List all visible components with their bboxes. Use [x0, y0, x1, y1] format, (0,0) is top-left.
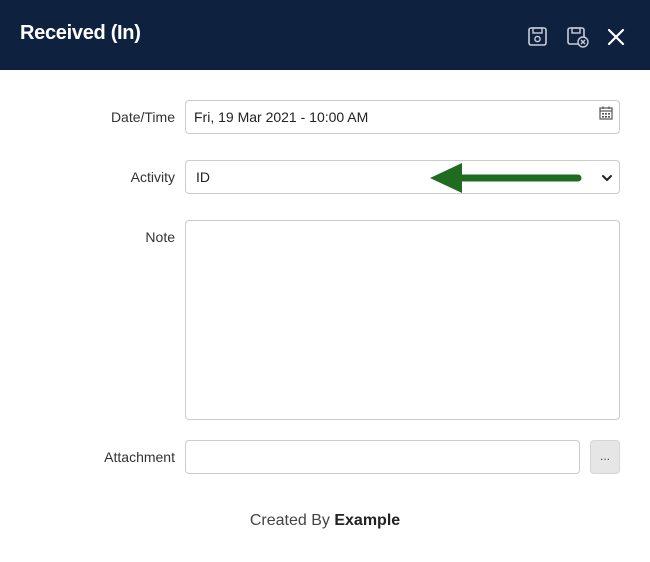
note-label: Note: [145, 229, 175, 245]
created-by: Created By Example: [0, 512, 650, 530]
note-textarea[interactable]: [185, 220, 620, 420]
dialog-header: Received (In): [0, 0, 650, 70]
created-by-user: Example: [334, 512, 401, 529]
save-and-close-icon[interactable]: [566, 25, 590, 49]
save-icon[interactable]: [526, 25, 550, 49]
activity-value: ID: [196, 169, 210, 185]
dialog-title: Received (In): [20, 22, 141, 44]
close-icon[interactable]: [604, 25, 628, 49]
datetime-field[interactable]: Fri, 19 Mar 2021 - 10:00 AM: [185, 100, 620, 134]
attachment-label: Attachment: [104, 449, 175, 465]
calendar-icon[interactable]: [599, 106, 613, 120]
created-by-prefix: Created By: [249, 512, 330, 529]
chevron-down-icon[interactable]: [601, 173, 613, 183]
attachment-field[interactable]: [185, 440, 580, 474]
datetime-value: Fri, 19 Mar 2021 - 10:00 AM: [194, 109, 369, 125]
browse-button[interactable]: ...: [590, 440, 620, 474]
activity-label: Activity: [130, 169, 175, 185]
datetime-label: Date/Time: [110, 109, 175, 125]
annotation-arrow-icon: [430, 163, 582, 193]
